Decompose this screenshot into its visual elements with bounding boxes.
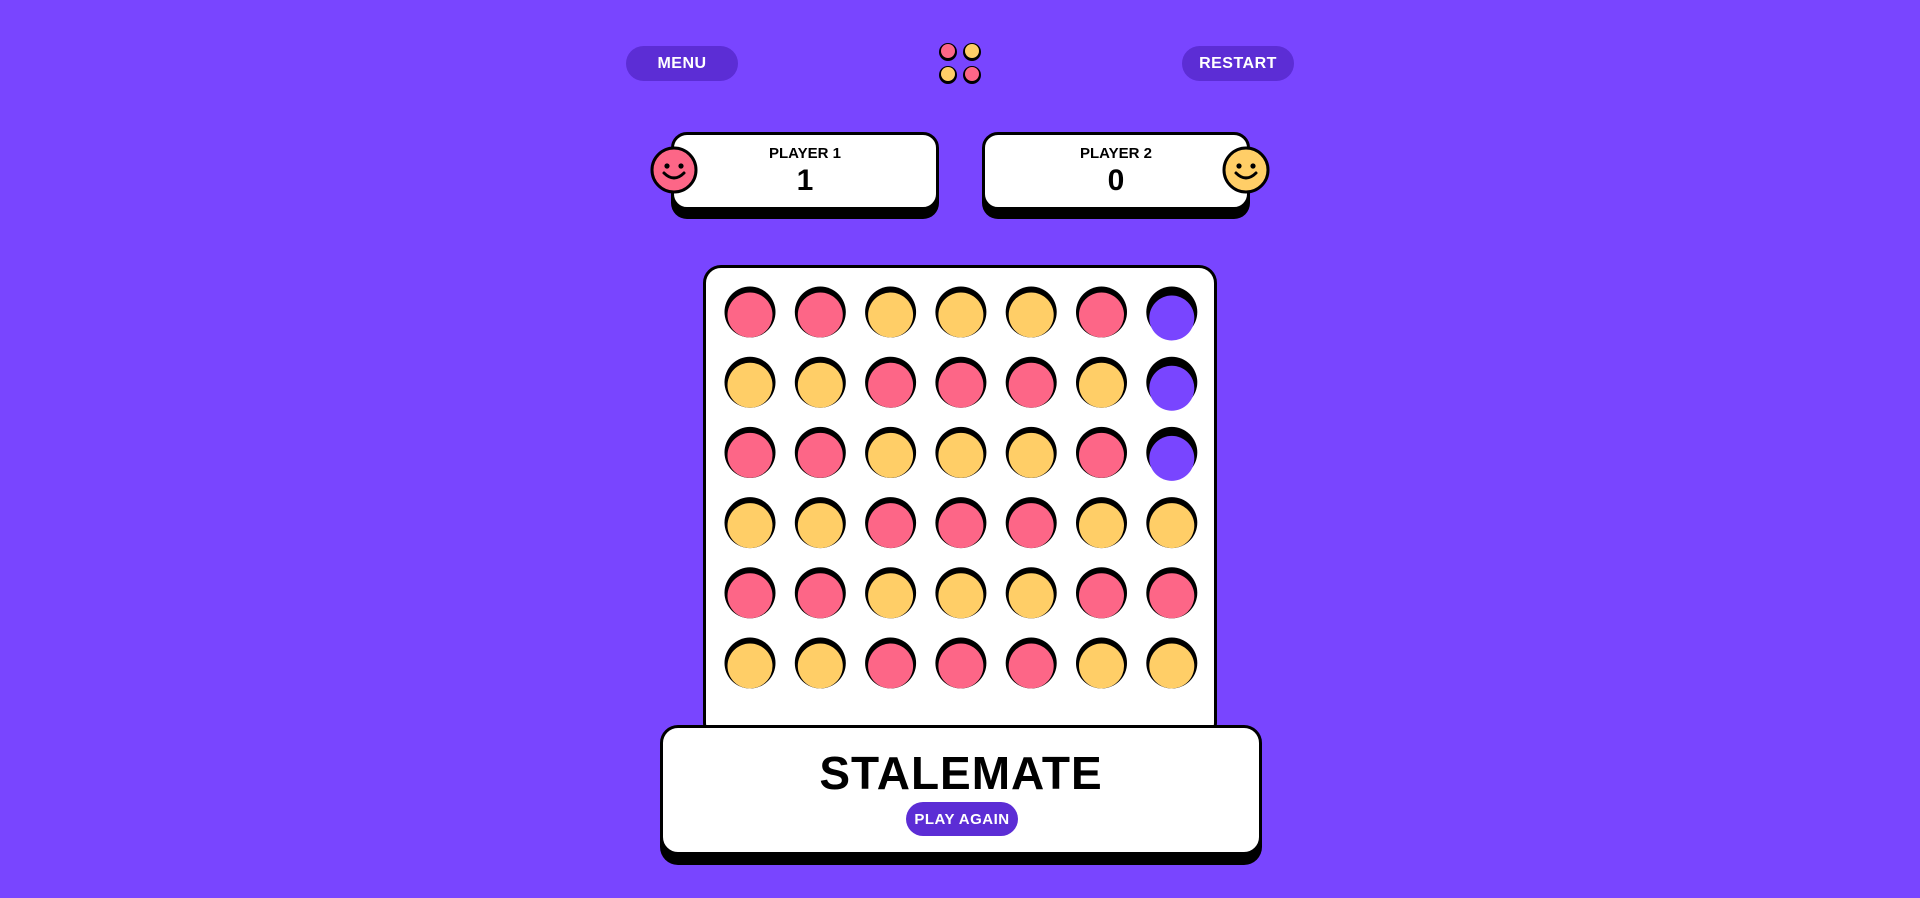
red-disc-r1-c6[interactable] <box>1076 286 1127 338</box>
player-1-score-card: PLAYER 1 1 <box>671 132 939 210</box>
four-discs-logo-icon <box>939 43 981 84</box>
player-2-label: PLAYER 2 <box>1080 145 1152 162</box>
restart-button[interactable]: RESTART <box>1182 46 1294 81</box>
red-disc-r5-c7[interactable] <box>1146 567 1198 619</box>
player-2-smiley-face-icon <box>1222 146 1270 194</box>
yellow-disc-r3-c4[interactable] <box>935 426 987 478</box>
yellow-disc-r5-c5[interactable] <box>1005 567 1057 619</box>
yellow-disc-r1-c4[interactable] <box>935 286 987 338</box>
yellow-disc-r3-c3[interactable] <box>865 426 917 478</box>
player-1-score: 1 <box>796 164 814 197</box>
red-disc-r5-c1[interactable] <box>724 567 776 619</box>
board-grid <box>724 286 1198 689</box>
player-1-label: PLAYER 1 <box>769 145 841 162</box>
red-disc-r5-c6[interactable] <box>1076 567 1127 619</box>
game-board[interactable] <box>703 265 1217 741</box>
yellow-disc-r6-c7[interactable] <box>1146 637 1198 689</box>
player-2-score: 0 <box>1107 164 1125 197</box>
menu-button[interactable]: MENU <box>626 46 738 81</box>
red-disc-r5-c2[interactable] <box>794 567 846 619</box>
yellow-disc-r6-c6[interactable] <box>1076 637 1127 689</box>
yellow-disc-r4-c1[interactable] <box>724 497 776 549</box>
game-screen: MENU RESTART PLAYER 1 1 PLAYER 2 0 STALE… <box>0 0 1920 898</box>
yellow-disc-r6-c1[interactable] <box>724 637 776 689</box>
yellow-disc-r5-c4[interactable] <box>935 567 987 619</box>
yellow-disc-r4-c7[interactable] <box>1146 497 1198 549</box>
result-title: STALEMATE <box>819 747 1103 799</box>
red-disc-r1-c1[interactable] <box>724 286 776 338</box>
yellow-disc-r1-c3[interactable] <box>865 286 917 338</box>
result-panel: STALEMATE PLAY AGAIN <box>660 725 1262 855</box>
red-disc-r2-c3[interactable] <box>865 356 917 408</box>
yellow-disc-r4-c2[interactable] <box>794 497 846 549</box>
play-again-button[interactable]: PLAY AGAIN <box>906 802 1018 836</box>
yellow-disc-r6-c2[interactable] <box>794 637 846 689</box>
red-disc-r4-c3[interactable] <box>865 497 917 549</box>
red-disc-r3-c1[interactable] <box>724 426 776 478</box>
red-disc-r3-c6[interactable] <box>1076 426 1127 478</box>
player-2-score-card: PLAYER 2 0 <box>982 132 1250 210</box>
yellow-disc-r4-c6[interactable] <box>1076 497 1127 549</box>
empty-slot-r3-c7[interactable] <box>1146 426 1198 481</box>
red-disc-r4-c4[interactable] <box>935 497 987 549</box>
yellow-disc-r3-c5[interactable] <box>1005 426 1057 478</box>
yellow-disc-r5-c3[interactable] <box>865 567 917 619</box>
empty-slot-r2-c7[interactable] <box>1146 356 1198 411</box>
player-1-smiley-face-icon <box>650 146 698 194</box>
red-disc-r2-c4[interactable] <box>935 356 987 408</box>
red-disc-r6-c3[interactable] <box>865 637 917 689</box>
empty-slot-r1-c7[interactable] <box>1146 286 1198 341</box>
yellow-disc-r2-c6[interactable] <box>1076 356 1127 408</box>
red-disc-r1-c2[interactable] <box>794 286 846 338</box>
red-disc-r3-c2[interactable] <box>794 426 846 478</box>
red-disc-r6-c4[interactable] <box>935 637 987 689</box>
red-disc-r6-c5[interactable] <box>1005 637 1057 689</box>
yellow-disc-r1-c5[interactable] <box>1005 286 1057 338</box>
red-disc-r4-c5[interactable] <box>1005 497 1057 549</box>
yellow-disc-r2-c1[interactable] <box>724 356 776 408</box>
yellow-disc-r2-c2[interactable] <box>794 356 846 408</box>
red-disc-r2-c5[interactable] <box>1005 356 1057 408</box>
